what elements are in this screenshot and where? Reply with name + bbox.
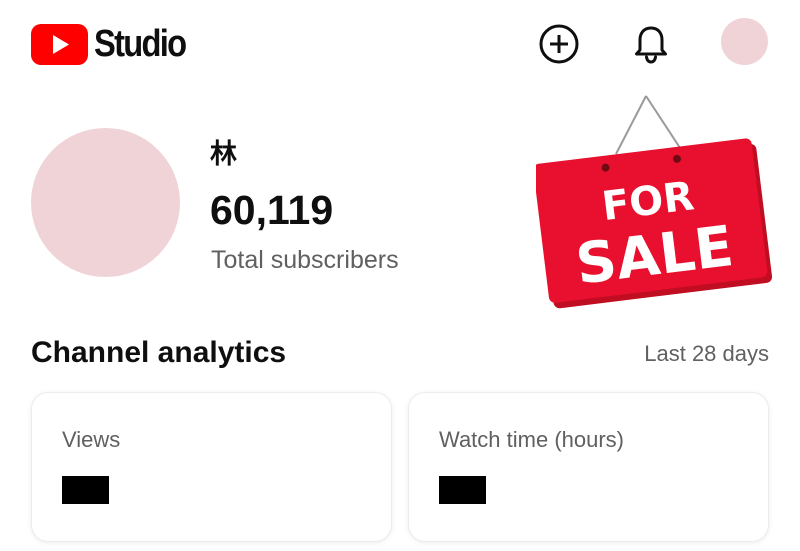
channel-analytics-title: Channel analytics: [31, 336, 287, 369]
studio-logo[interactable]: Studio: [31, 22, 200, 66]
app-header: Studio: [0, 0, 800, 88]
watch-time-label: Watch time (hours): [439, 427, 625, 452]
create-button[interactable]: [535, 20, 583, 68]
account-avatar[interactable]: [721, 18, 768, 65]
period-selector[interactable]: Last 28 days: [644, 339, 769, 369]
watch-time-value-redacted: [439, 476, 486, 504]
subscriber-count: 60,119: [210, 187, 334, 233]
channel-avatar[interactable]: [31, 128, 180, 277]
for-sale-sign: FOR SALE: [536, 95, 773, 309]
app-name: Studio: [94, 23, 187, 65]
sign-board: FOR SALE: [536, 138, 773, 309]
yt-studio-dashboard: Studio 林 60,119 Total subscribers FOR SA…: [0, 0, 800, 551]
views-value-redacted: [62, 476, 109, 504]
notifications-button[interactable]: [627, 20, 675, 68]
bell-icon: [635, 26, 667, 64]
plus-circle-icon: [539, 24, 579, 64]
sign-string-right: [645, 95, 685, 155]
youtube-logo-icon: [31, 23, 88, 65]
watch-time-card[interactable]: Watch time (hours): [409, 393, 768, 541]
subscriber-label: Total subscribers: [211, 246, 399, 274]
views-card[interactable]: Views: [32, 393, 391, 541]
channel-name: 林: [210, 139, 237, 170]
sign-string-left: [615, 95, 647, 155]
views-label: Views: [62, 427, 121, 452]
